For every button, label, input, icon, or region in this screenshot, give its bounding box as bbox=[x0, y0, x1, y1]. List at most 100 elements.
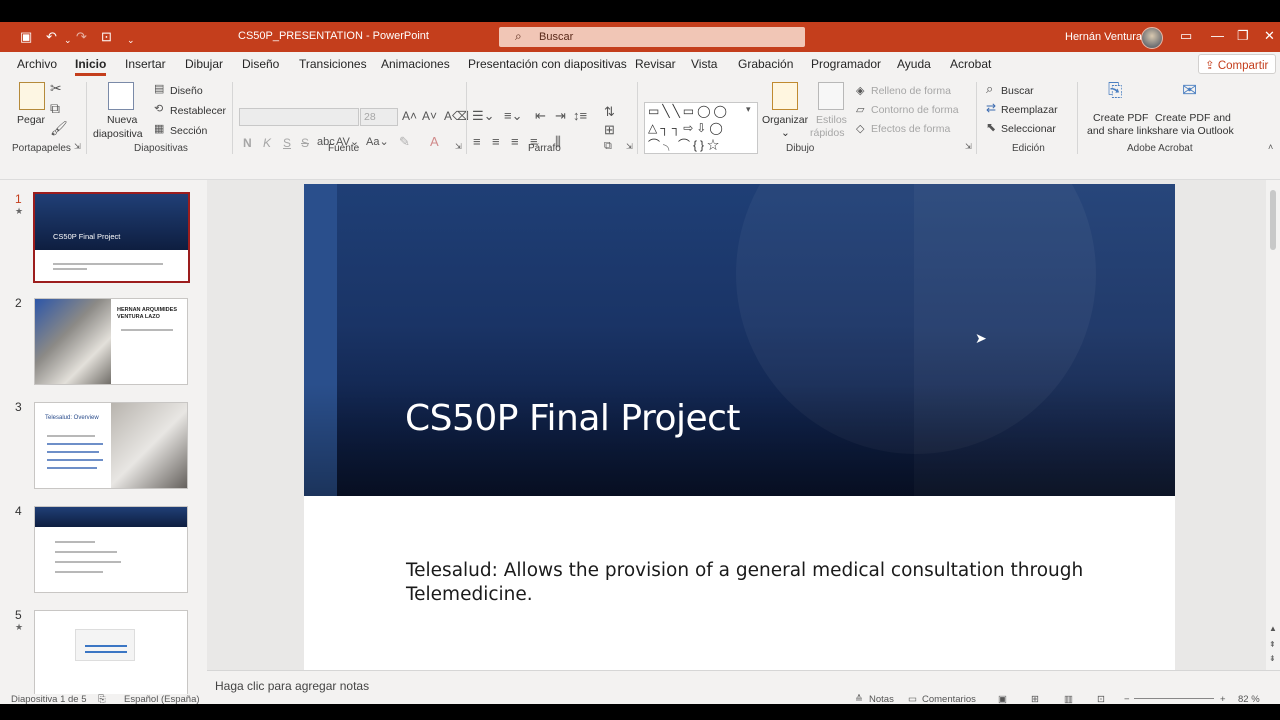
reading-view-icon[interactable]: ▥ bbox=[1064, 694, 1073, 704]
arrange-icon[interactable] bbox=[772, 82, 798, 110]
font-color-icon[interactable]: A bbox=[430, 134, 439, 149]
slide-thumbnail-3[interactable]: Telesalud: Overview bbox=[34, 402, 188, 489]
scroll-up-icon[interactable]: ▲ bbox=[1269, 624, 1277, 633]
new-slide-icon[interactable] bbox=[108, 82, 134, 110]
font-family-select[interactable] bbox=[239, 108, 359, 126]
comments-toggle[interactable]: Comentarios bbox=[922, 694, 976, 704]
tab-transiciones[interactable]: Transiciones bbox=[299, 57, 367, 71]
zoom-level[interactable]: 82 % bbox=[1238, 694, 1260, 704]
arrange-button[interactable]: Organizar bbox=[762, 114, 808, 126]
tab-vista[interactable]: Vista bbox=[691, 57, 717, 71]
slide-thumbnail-2[interactable]: HERNAN ARQUIMIDES VENTURA LAZO bbox=[34, 298, 188, 385]
ribbon-display-icon[interactable]: ▭ bbox=[1180, 28, 1192, 44]
layout-button[interactable]: Diseño bbox=[170, 85, 203, 97]
comments-icon[interactable]: ▭ bbox=[908, 694, 917, 704]
parrafo-launcher-icon[interactable]: ⇲ bbox=[626, 142, 633, 151]
create-pdf-link-label-2[interactable]: and share link bbox=[1087, 125, 1152, 137]
shape-fill-icon[interactable]: ◈ bbox=[856, 84, 864, 97]
strikethrough-button[interactable]: S bbox=[301, 136, 309, 150]
arrange-dropdown-icon[interactable]: ⌄ bbox=[781, 127, 790, 139]
shapes-gallery[interactable]: ▭╲╲▭◯◯ △┐┐⇨⇩◯ ⌒╮⌒{}☆ bbox=[644, 102, 758, 154]
slide-subtitle[interactable]: Telesalud: Allows the provision of a gen… bbox=[406, 559, 1106, 607]
accessibility-icon[interactable]: ⎘ bbox=[98, 694, 106, 704]
avatar[interactable] bbox=[1141, 27, 1163, 49]
tab-archivo[interactable]: Archivo bbox=[17, 57, 57, 71]
redo-icon[interactable]: ↷ bbox=[76, 29, 87, 45]
scrollbar-thumb[interactable] bbox=[1270, 190, 1276, 250]
tab-acrobat[interactable]: Acrobat bbox=[950, 57, 991, 71]
zoom-slider[interactable] bbox=[1134, 698, 1214, 699]
undo-icon[interactable]: ↶ bbox=[46, 29, 57, 45]
present-icon[interactable]: ⊡ bbox=[101, 29, 112, 45]
highlight-icon[interactable]: ✎ bbox=[399, 134, 410, 150]
close-icon[interactable]: ✕ bbox=[1264, 28, 1275, 44]
new-slide-label-2[interactable]: diapositiva bbox=[93, 128, 143, 140]
shape-effects-button[interactable]: Efectos de forma bbox=[871, 123, 950, 135]
customize-toolbar-icon[interactable]: ⌄ bbox=[127, 32, 135, 48]
text-direction-icon[interactable]: ⇅ bbox=[604, 104, 615, 120]
new-slide-label-1[interactable]: Nueva bbox=[107, 114, 137, 126]
tab-programador[interactable]: Programador bbox=[811, 57, 881, 71]
normal-view-icon[interactable]: ▣ bbox=[998, 694, 1007, 704]
increase-indent-icon[interactable]: ⇥ bbox=[555, 108, 566, 124]
format-painter-icon[interactable]: 🖌 bbox=[50, 120, 68, 137]
vertical-scrollbar[interactable]: ▲ ⇞ ⇟ bbox=[1266, 180, 1280, 670]
next-slide-icon[interactable]: ⇟ bbox=[1269, 654, 1276, 663]
create-pdf-outlook-label-1[interactable]: Create PDF and bbox=[1155, 112, 1231, 124]
prev-slide-icon[interactable]: ⇞ bbox=[1269, 640, 1276, 649]
replace-button[interactable]: Reemplazar bbox=[1001, 104, 1058, 116]
tab-dibujar[interactable]: Dibujar bbox=[185, 57, 223, 71]
layout-icon[interactable]: ▤ bbox=[154, 82, 164, 95]
shape-outline-icon[interactable]: ▱ bbox=[856, 103, 864, 116]
font-size-select[interactable]: 28 bbox=[360, 108, 398, 126]
reset-button[interactable]: Restablecer bbox=[170, 105, 226, 117]
portapapeles-launcher-icon[interactable]: ⇲ bbox=[74, 142, 81, 151]
quick-styles-label-2[interactable]: rápidos bbox=[810, 127, 844, 139]
select-button[interactable]: Seleccionar bbox=[1001, 123, 1056, 135]
align-center-icon[interactable]: ≡ bbox=[492, 134, 500, 149]
tab-revisar[interactable]: Revisar bbox=[635, 57, 676, 71]
shape-fill-button[interactable]: Relleno de forma bbox=[871, 85, 951, 97]
notes-toggle[interactable]: Notas bbox=[869, 694, 894, 704]
save-icon[interactable]: ▣ bbox=[20, 29, 32, 45]
underline-button[interactable]: S bbox=[283, 136, 291, 150]
quick-styles-icon[interactable] bbox=[818, 82, 844, 110]
fuente-launcher-icon[interactable]: ⇲ bbox=[455, 142, 462, 151]
bullets-icon[interactable]: ☰⌄ bbox=[472, 108, 495, 124]
collapse-ribbon-icon[interactable]: ˄ bbox=[1268, 142, 1273, 152]
find-icon[interactable]: ⌕ bbox=[986, 81, 993, 97]
zoom-out-icon[interactable]: − bbox=[1124, 694, 1130, 704]
create-pdf-link-icon[interactable]: ⎘ bbox=[1108, 80, 1122, 101]
align-text-icon[interactable]: ⊞ bbox=[604, 122, 615, 138]
slide-thumbnail-1[interactable]: CS50P Final Project bbox=[33, 192, 190, 283]
restore-icon[interactable]: ❐ bbox=[1237, 28, 1249, 44]
cut-icon[interactable]: ✂ bbox=[50, 80, 62, 97]
section-icon[interactable]: ▦ bbox=[154, 122, 164, 135]
bold-button[interactable]: N bbox=[243, 136, 252, 150]
language-status[interactable]: Español (España) bbox=[124, 694, 200, 704]
line-spacing-icon[interactable]: ↕≡ bbox=[573, 108, 587, 123]
slideshow-view-icon[interactable]: ⊡ bbox=[1097, 694, 1105, 704]
section-button[interactable]: Sección bbox=[170, 125, 207, 137]
slide-thumbnail-5[interactable] bbox=[34, 610, 188, 697]
shape-effects-icon[interactable]: ◇ bbox=[856, 122, 864, 135]
gallery-more-icon[interactable]: ▾ bbox=[746, 104, 751, 115]
create-pdf-outlook-label-2[interactable]: share via Outlook bbox=[1152, 125, 1234, 137]
notes-icon[interactable]: ≙ bbox=[855, 694, 863, 704]
tab-ayuda[interactable]: Ayuda bbox=[897, 57, 931, 71]
find-button[interactable]: Buscar bbox=[1001, 85, 1034, 97]
zoom-in-icon[interactable]: + bbox=[1220, 694, 1226, 704]
select-icon[interactable]: ⬉ bbox=[986, 120, 996, 134]
tab-insertar[interactable]: Insertar bbox=[125, 57, 166, 71]
dibujo-launcher-icon[interactable]: ⇲ bbox=[965, 142, 972, 151]
change-case-icon[interactable]: Aa⌄ bbox=[366, 135, 389, 148]
tab-diseno[interactable]: Diseño bbox=[242, 57, 279, 71]
align-left-icon[interactable]: ≡ bbox=[473, 134, 481, 149]
tab-presentacion[interactable]: Presentación con diapositivas bbox=[468, 57, 627, 71]
shrink-font-icon[interactable]: A˅ bbox=[422, 109, 437, 123]
tab-animaciones[interactable]: Animaciones bbox=[381, 57, 450, 71]
italic-button[interactable]: K bbox=[263, 136, 271, 150]
undo-dropdown-icon[interactable]: ⌄ bbox=[64, 32, 72, 48]
create-pdf-outlook-icon[interactable]: ✉ bbox=[1182, 80, 1197, 101]
copy-icon[interactable]: ⧉ bbox=[50, 100, 60, 117]
